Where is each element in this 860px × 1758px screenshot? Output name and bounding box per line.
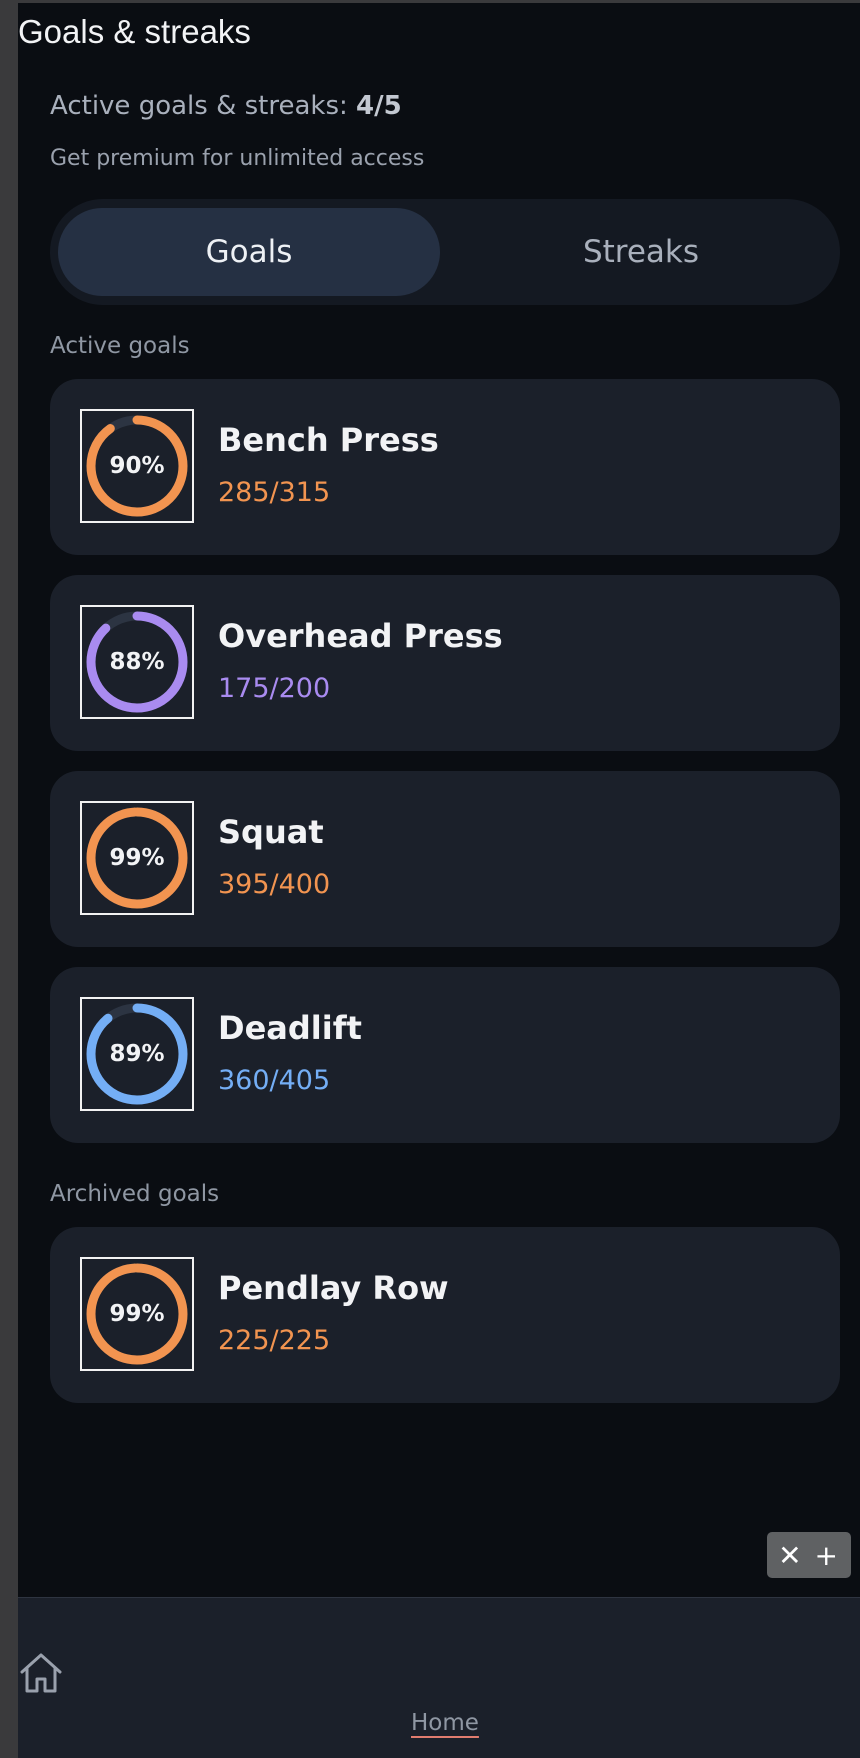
progress-ring: 99% — [80, 801, 194, 915]
goal-progress-value: 395/400 — [218, 869, 331, 900]
goal-name: Squat — [218, 813, 324, 851]
goal-card[interactable]: 99% Pendlay Row 225/225 — [50, 1227, 840, 1403]
quota-value: 4/5 — [356, 91, 402, 121]
progress-percent: 99% — [109, 1301, 165, 1327]
goal-name: Pendlay Row — [218, 1269, 449, 1307]
progress-ring: 99% — [80, 1257, 194, 1371]
goal-name: Bench Press — [218, 421, 439, 459]
goal-progress-value: 285/315 — [218, 477, 331, 508]
goals-streaks-toggle: Goals Streaks — [50, 199, 840, 305]
goal-card[interactable]: 90% Bench Press 285/315 — [50, 379, 840, 555]
goal-name: Deadlift — [218, 1009, 362, 1047]
goal-card[interactable]: 88% Overhead Press 175/200 — [50, 575, 840, 751]
progress-ring: 90% — [80, 409, 194, 523]
progress-ring: 88% — [80, 605, 194, 719]
goal-progress-value: 225/225 — [218, 1325, 331, 1356]
goal-progress-value: 175/200 — [218, 673, 331, 704]
goal-name: Overhead Press — [218, 617, 503, 655]
goal-card[interactable]: 89% Deadlift 360/405 — [50, 967, 840, 1143]
progress-percent: 99% — [109, 845, 165, 871]
app-screen: Goals & streaks Active goals & streaks: … — [18, 3, 860, 1758]
progress-percent: 90% — [109, 453, 165, 479]
quota-text: Active goals & streaks: 4/5 — [50, 91, 402, 121]
progress-ring: 89% — [80, 997, 194, 1111]
home-icon[interactable] — [18, 1650, 64, 1700]
goal-progress-value: 360/405 — [218, 1065, 331, 1096]
quota-label: Active goals & streaks: — [50, 91, 348, 121]
nav-home-link[interactable]: Home — [411, 1710, 479, 1736]
goal-card[interactable]: 99% Squat 395/400 — [50, 771, 840, 947]
archived-goals-heading: Archived goals — [50, 1181, 220, 1207]
bottom-nav: Home — [18, 1597, 860, 1758]
tab-goals[interactable]: Goals — [58, 208, 440, 296]
active-goals-heading: Active goals — [50, 333, 190, 359]
dev-tools-button[interactable]: ✕ + — [767, 1532, 851, 1578]
page-title: Goals & streaks — [18, 13, 251, 50]
tab-streaks[interactable]: Streaks — [450, 208, 832, 296]
progress-percent: 89% — [109, 1041, 165, 1067]
progress-percent: 88% — [109, 649, 165, 675]
premium-link[interactable]: Get premium for unlimited access — [50, 146, 424, 171]
